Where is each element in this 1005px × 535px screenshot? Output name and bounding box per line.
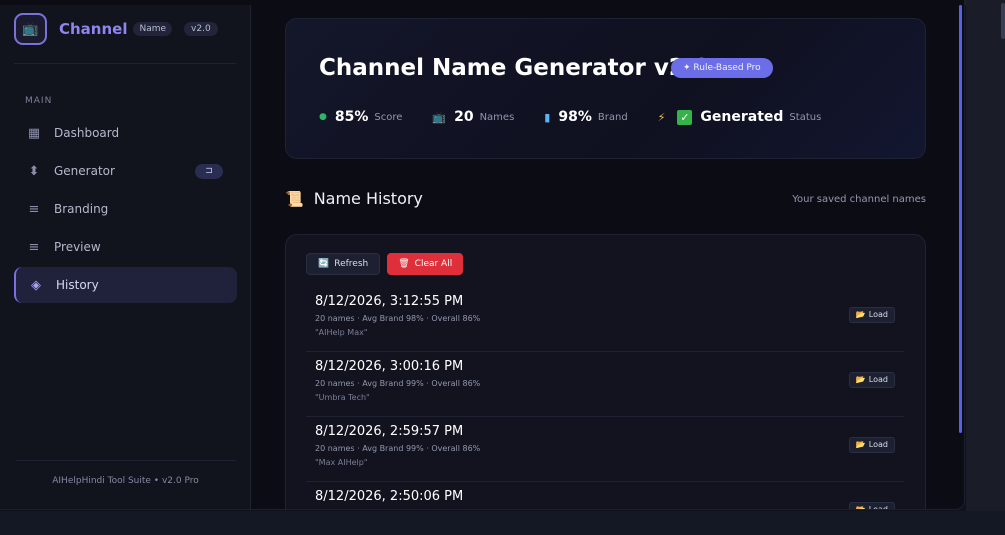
sidebar-divider xyxy=(14,63,236,64)
stat-label: Status xyxy=(789,111,822,123)
history-row: 8/12/2026, 3:12:55 PM 20 names · Avg Bra… xyxy=(306,287,904,352)
folder-icon: 📂 xyxy=(855,505,866,510)
history-actions: 🔄 Refresh 🗑 Clear All xyxy=(306,253,464,275)
sidebar-item-dashboard[interactable]: ▦ Dashboard xyxy=(14,115,237,151)
row-name: "Umbra Tech" xyxy=(315,393,370,402)
load-label: Load xyxy=(868,375,888,384)
history-list: 8/12/2026, 3:12:55 PM 20 names · Avg Bra… xyxy=(306,287,904,510)
section-subtitle: Your saved channel names xyxy=(792,194,926,205)
brand-title: Channel xyxy=(59,20,128,38)
grid-icon: ▦ xyxy=(27,125,41,141)
history-row: 8/12/2026, 2:50:06 PM 📂 Load xyxy=(306,482,904,510)
refresh-label: Refresh xyxy=(334,259,369,269)
version-badge: v2.0 xyxy=(184,22,218,36)
sidebar-item-label: Generator xyxy=(54,164,115,178)
scroll-icon: 📜 xyxy=(285,189,304,208)
stat-label: Names xyxy=(479,111,515,123)
sidebar-item-history[interactable]: ◈ History xyxy=(14,267,237,303)
sidebar-item-preview[interactable]: ≡ Preview xyxy=(14,229,237,265)
clear-all-label: Clear All xyxy=(414,259,453,269)
refresh-button[interactable]: 🔄 Refresh xyxy=(306,253,381,275)
outer-bottom-strip xyxy=(0,511,1005,535)
row-date: 8/12/2026, 3:12:55 PM xyxy=(315,294,464,309)
history-heading: 📜 Name History xyxy=(285,189,423,208)
main-scrollbar[interactable] xyxy=(959,5,962,433)
tv-icon: 📺 xyxy=(14,13,47,45)
outer-background xyxy=(966,0,1005,535)
checkmark-icon: ✓ xyxy=(677,109,693,125)
stats-row: ● 85% Score 📺 20 Names ▮ 98% Brand ⚡ ✓ G… xyxy=(319,109,851,125)
row-date: 8/12/2026, 3:00:16 PM xyxy=(315,359,464,374)
row-name: "AIHelp Max" xyxy=(315,328,368,337)
stat-names: 📺 20 Names xyxy=(432,109,514,125)
sidebar: 📺 Channel Name v2.0 MAIN ▦ Dashboard ⬍ G… xyxy=(0,5,251,509)
row-meta: 20 names · Avg Brand 99% · Overall 86% xyxy=(315,444,481,453)
diamond-icon: ⬍ xyxy=(28,163,40,179)
stat-label: Brand xyxy=(597,111,628,123)
brand[interactable]: 📺 Channel Name v2.0 xyxy=(14,13,218,45)
folder-icon: 📂 xyxy=(855,310,866,319)
trash-icon: 🗑 xyxy=(398,259,410,269)
stat-value: 20 xyxy=(454,109,474,125)
sidebar-item-label: Branding xyxy=(54,202,109,216)
lines-icon: ≡ xyxy=(28,239,40,255)
row-meta: 20 names · Avg Brand 99% · Overall 86% xyxy=(315,379,481,388)
mode-badge: ✦ Rule-Based Pro xyxy=(671,58,773,78)
sidebar-item-label: Dashboard xyxy=(54,126,120,140)
sidebar-item-generator[interactable]: ⬍ Generator ⊐ xyxy=(14,153,237,189)
history-row: 8/12/2026, 2:59:57 PM 20 names · Avg Bra… xyxy=(306,417,904,482)
stat-value: 98% xyxy=(558,109,592,125)
row-meta: 20 names · Avg Brand 98% · Overall 86% xyxy=(315,314,481,323)
green-dot-icon: ● xyxy=(319,112,327,122)
row-date: 8/12/2026, 2:50:06 PM xyxy=(315,489,464,504)
stat-brand: ▮ 98% Brand xyxy=(544,109,627,125)
history-panel: 🔄 Refresh 🗑 Clear All 8/12/2026, 3:12:55… xyxy=(285,234,926,510)
load-button[interactable]: 📂 Load xyxy=(848,307,895,323)
brand-badge: Name xyxy=(133,22,173,36)
generator-pill: ⊐ xyxy=(195,164,223,179)
row-date: 8/12/2026, 2:59:57 PM xyxy=(315,424,464,439)
load-label: Load xyxy=(868,310,888,319)
stat-status: ⚡ ✓ Generated Status xyxy=(658,109,822,125)
app-window: 📺 Channel Name v2.0 MAIN ▦ Dashboard ⬍ G… xyxy=(0,0,965,510)
history-row: 8/12/2026, 3:00:16 PM 20 names · Avg Bra… xyxy=(306,352,904,417)
section-title: Name History xyxy=(313,189,423,208)
sidebar-footer: AIHelpHindi Tool Suite • v2.0 Pro xyxy=(52,476,199,486)
folder-icon: 📂 xyxy=(855,440,866,449)
outer-scrollbar-thumb[interactable] xyxy=(1001,3,1005,39)
load-button[interactable]: 📂 Load xyxy=(848,437,895,453)
row-name: "Max AIHelp" xyxy=(315,458,368,467)
layers-icon: ◈ xyxy=(31,277,41,293)
load-button[interactable]: 📂 Load xyxy=(848,372,895,388)
sidebar-section-label: MAIN xyxy=(25,96,53,106)
bar-chart-icon: ▮ xyxy=(544,110,551,124)
stat-label: Score xyxy=(374,111,403,123)
load-label: Load xyxy=(868,440,888,449)
hero-card: Channel Name Generator v2.0 ✦ Rule-Based… xyxy=(285,18,926,159)
stat-value: Generated xyxy=(700,109,784,125)
refresh-icon: 🔄 xyxy=(318,259,330,269)
sidebar-item-label: History xyxy=(56,278,99,292)
lightning-icon: ⚡ xyxy=(657,110,666,124)
sidebar-item-label: Preview xyxy=(54,240,101,254)
sidebar-item-branding[interactable]: ≡ Branding xyxy=(14,191,237,227)
main-content: Channel Name Generator v2.0 ✦ Rule-Based… xyxy=(252,5,964,510)
load-button[interactable]: 📂 Load xyxy=(848,502,895,510)
stat-score: ● 85% Score xyxy=(319,109,402,125)
tv-icon: 📺 xyxy=(432,110,447,124)
lines-icon: ≡ xyxy=(28,201,40,217)
sidebar-nav: ▦ Dashboard ⬍ Generator ⊐ ≡ Branding ≡ P… xyxy=(14,115,237,305)
sidebar-footer-divider xyxy=(16,460,236,461)
stat-value: 85% xyxy=(334,109,369,125)
folder-icon: 📂 xyxy=(855,375,866,384)
page-title: Channel Name Generator v2.0 xyxy=(319,55,710,81)
load-label: Load xyxy=(868,505,888,510)
clear-all-button[interactable]: 🗑 Clear All xyxy=(387,253,464,275)
